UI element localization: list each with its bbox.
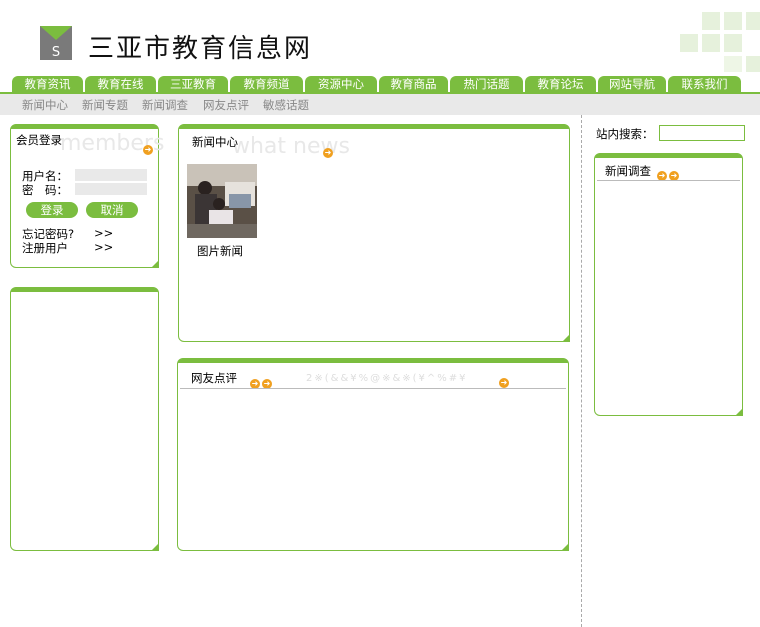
survey-title: 新闻调查 bbox=[605, 164, 651, 178]
site-title: 三亚市教育信息网 bbox=[88, 34, 313, 64]
arrow-icon[interactable]: ➜ bbox=[143, 145, 153, 155]
nav-tab-10[interactable]: 联系我们 bbox=[668, 76, 741, 93]
arrow-icon[interactable]: ➜ bbox=[499, 378, 509, 388]
news-photo[interactable] bbox=[187, 164, 257, 238]
subnav-item-2[interactable]: 新闻专题 bbox=[82, 97, 128, 113]
nav-tab-3[interactable]: 三亚教育 bbox=[158, 76, 228, 93]
divider bbox=[180, 388, 566, 389]
arrow-icon[interactable]: ➜ bbox=[323, 148, 333, 158]
nav-tab-5[interactable]: 资源中心 bbox=[305, 76, 377, 93]
nav-tab-9[interactable]: 网站导航 bbox=[598, 76, 666, 93]
divider bbox=[597, 180, 740, 181]
register-chevron-icon[interactable]: >> bbox=[94, 240, 113, 254]
comments-title: 网友点评 bbox=[191, 371, 237, 385]
news-center-title: 新闻中心 bbox=[192, 135, 238, 149]
login-title: 会员登录 bbox=[16, 133, 62, 147]
subnav-item-1[interactable]: 新闻中心 bbox=[22, 97, 68, 113]
username-input[interactable] bbox=[75, 169, 147, 181]
register-link[interactable]: 注册用户 bbox=[22, 240, 68, 256]
nav-tab-6[interactable]: 教育商品 bbox=[379, 76, 448, 93]
left-empty-panel bbox=[10, 287, 159, 551]
cancel-button[interactable]: 取消 bbox=[86, 202, 138, 218]
logo-letter: S bbox=[52, 45, 60, 60]
photo-news-caption[interactable]: 图片新闻 bbox=[197, 243, 243, 259]
password-input[interactable] bbox=[75, 183, 147, 195]
search-label: 站内搜索： bbox=[596, 127, 654, 141]
login-button[interactable]: 登录 bbox=[26, 202, 78, 218]
site-logo-icon: S bbox=[40, 26, 72, 60]
comments-panel bbox=[177, 358, 569, 551]
subnav-item-4[interactable]: 网友点评 bbox=[203, 97, 249, 113]
survey-panel bbox=[594, 153, 743, 416]
nav-tab-2[interactable]: 教育在线 bbox=[85, 76, 156, 93]
nav-tab-1[interactable]: 教育资讯 bbox=[12, 76, 83, 93]
nav-tab-7[interactable]: 热门话题 bbox=[450, 76, 523, 93]
sub-nav: 新闻中心 新闻专题 新闻调查 网友点评 敏感话题 bbox=[0, 94, 760, 115]
search-input[interactable] bbox=[659, 125, 745, 141]
subnav-item-5[interactable]: 敏感话题 bbox=[263, 97, 309, 113]
password-label: 密 码： bbox=[22, 183, 68, 197]
nav-tab-4[interactable]: 教育频道 bbox=[230, 76, 303, 93]
nav-tab-8[interactable]: 教育论坛 bbox=[525, 76, 596, 93]
column-separator bbox=[581, 115, 582, 627]
forgot-chevron-icon[interactable]: >> bbox=[94, 226, 113, 240]
subnav-item-3[interactable]: 新闻调查 bbox=[142, 97, 188, 113]
comments-garbled-text: 2※(&&¥%@※&※(¥^%#¥ bbox=[306, 373, 468, 384]
